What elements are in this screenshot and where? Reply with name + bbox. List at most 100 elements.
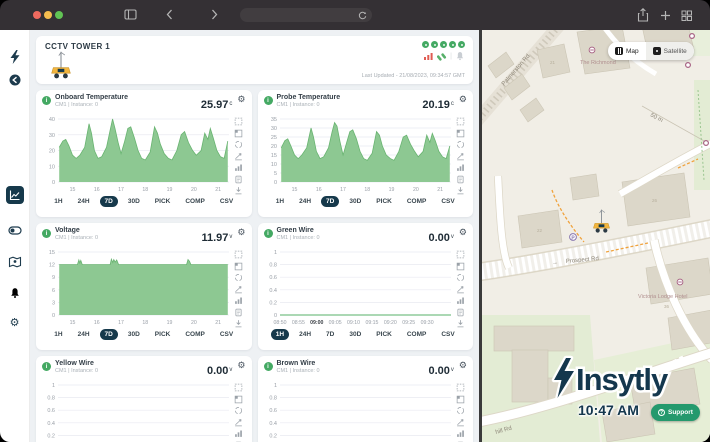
box-zoom-icon[interactable] bbox=[456, 262, 465, 271]
range-30d[interactable]: 30D bbox=[344, 329, 366, 340]
range-7d[interactable]: 7D bbox=[99, 196, 118, 207]
line-scale-icon[interactable] bbox=[456, 285, 465, 294]
box-zoom-icon[interactable] bbox=[456, 129, 465, 138]
range-comp[interactable]: COMP bbox=[402, 196, 432, 207]
range-csv[interactable]: CSV bbox=[215, 329, 238, 340]
range-30d[interactable]: 30D bbox=[123, 329, 145, 340]
range-24h[interactable]: 24H bbox=[73, 329, 95, 340]
area-select-icon[interactable] bbox=[456, 383, 465, 392]
reset-zoom-icon[interactable] bbox=[234, 273, 243, 282]
url-bar[interactable] bbox=[240, 8, 372, 22]
range-7d[interactable]: 7D bbox=[321, 196, 340, 207]
range-1h[interactable]: 1H bbox=[271, 196, 289, 207]
satellite-view-button[interactable]: Satellite bbox=[645, 42, 694, 60]
card-settings-gear-icon[interactable]: ⚙ bbox=[237, 361, 245, 370]
box-zoom-icon[interactable] bbox=[456, 395, 465, 404]
area-select-icon[interactable] bbox=[234, 383, 243, 392]
fullscreen-button[interactable] bbox=[55, 11, 63, 19]
report-icon[interactable] bbox=[456, 308, 465, 317]
box-zoom-icon[interactable] bbox=[234, 129, 243, 138]
area-select-icon[interactable] bbox=[234, 117, 243, 126]
range-pick[interactable]: PICK bbox=[371, 196, 397, 207]
card-settings-gear-icon[interactable]: ⚙ bbox=[237, 95, 245, 104]
range-7d[interactable]: 7D bbox=[321, 329, 339, 340]
map-view-button[interactable]: Map bbox=[608, 42, 646, 60]
range-1h[interactable]: 1H bbox=[49, 329, 67, 340]
bar-chart-icon[interactable] bbox=[456, 296, 465, 305]
range-comp[interactable]: COMP bbox=[180, 329, 210, 340]
bar-chart-icon[interactable] bbox=[456, 163, 465, 172]
range-30d[interactable]: 30D bbox=[123, 196, 145, 207]
range-24h[interactable]: 24H bbox=[294, 329, 316, 340]
range-pick[interactable]: PICK bbox=[150, 196, 176, 207]
download-icon[interactable] bbox=[456, 319, 465, 328]
card-settings-gear-icon[interactable]: ⚙ bbox=[237, 228, 245, 237]
range-comp[interactable]: COMP bbox=[180, 196, 210, 207]
range-7d[interactable]: 7D bbox=[99, 329, 118, 340]
chart-plot[interactable]: 0 3 6 9 12 15 15 16 17 18 19 20 21 bbox=[42, 248, 232, 328]
range-pick[interactable]: PICK bbox=[371, 329, 397, 340]
download-icon[interactable] bbox=[234, 186, 243, 195]
chart-plot[interactable]: 00.20.40.60.81 bbox=[42, 381, 232, 442]
report-icon[interactable] bbox=[234, 175, 243, 184]
reset-zoom-icon[interactable] bbox=[456, 406, 465, 415]
chart-plot[interactable]: 00.20.40.60.81 bbox=[264, 381, 454, 442]
info-icon[interactable]: i bbox=[263, 229, 273, 238]
info-icon[interactable]: i bbox=[42, 229, 51, 238]
info-icon[interactable]: i bbox=[42, 96, 51, 105]
bolt-icon[interactable] bbox=[9, 50, 20, 64]
new-tab-icon[interactable] bbox=[660, 10, 671, 21]
close-button[interactable] bbox=[33, 11, 41, 19]
minimize-button[interactable] bbox=[44, 11, 52, 19]
range-24h[interactable]: 24H bbox=[73, 196, 95, 207]
support-button[interactable]: ? Support bbox=[651, 404, 700, 421]
chart-plot[interactable]: 0 10 20 30 40 15 16 17 18 19 20 21 bbox=[42, 115, 232, 195]
area-select-icon[interactable] bbox=[234, 250, 243, 259]
line-scale-icon[interactable] bbox=[456, 152, 465, 161]
map-icon[interactable] bbox=[8, 256, 21, 268]
reload-icon[interactable] bbox=[358, 11, 367, 20]
range-comp[interactable]: COMP bbox=[402, 329, 432, 340]
chart-plot[interactable]: 0 5 10 15 20 25 30 35 15 16 17 18 19 20 21 bbox=[264, 115, 454, 195]
range-pick[interactable]: PICK bbox=[150, 329, 176, 340]
back-button[interactable] bbox=[166, 9, 173, 20]
range-csv[interactable]: CSV bbox=[215, 196, 238, 207]
bar-chart-icon[interactable] bbox=[234, 429, 243, 438]
toggle-icon[interactable] bbox=[7, 226, 22, 235]
download-icon[interactable] bbox=[456, 186, 465, 195]
area-select-icon[interactable] bbox=[456, 117, 465, 126]
range-csv[interactable]: CSV bbox=[436, 196, 459, 207]
report-icon[interactable] bbox=[234, 308, 243, 317]
reset-zoom-icon[interactable] bbox=[456, 140, 465, 149]
back-circle-icon[interactable] bbox=[9, 74, 21, 86]
line-scale-icon[interactable] bbox=[234, 152, 243, 161]
sidebar-toggle-icon[interactable] bbox=[124, 9, 137, 20]
gear-icon[interactable]: ⚙ bbox=[10, 318, 20, 329]
line-scale-icon[interactable] bbox=[234, 285, 243, 294]
line-scale-icon[interactable] bbox=[456, 418, 465, 427]
download-icon[interactable] bbox=[234, 319, 243, 328]
range-csv[interactable]: CSV bbox=[436, 329, 459, 340]
share-icon[interactable] bbox=[637, 8, 649, 22]
box-zoom-icon[interactable] bbox=[234, 395, 243, 404]
area-select-icon[interactable] bbox=[456, 250, 465, 259]
bar-chart-icon[interactable] bbox=[234, 163, 243, 172]
tab-overview-icon[interactable] bbox=[681, 10, 692, 21]
report-icon[interactable] bbox=[456, 175, 465, 184]
range-1h[interactable]: 1H bbox=[270, 329, 290, 340]
range-24h[interactable]: 24H bbox=[294, 196, 316, 207]
info-icon[interactable]: i bbox=[263, 96, 273, 105]
info-icon[interactable]: i bbox=[42, 362, 51, 371]
card-settings-gear-icon[interactable]: ⚙ bbox=[459, 361, 467, 370]
bar-chart-icon[interactable] bbox=[234, 296, 243, 305]
bell-icon[interactable] bbox=[9, 287, 21, 299]
forward-button[interactable] bbox=[211, 9, 218, 20]
card-settings-gear-icon[interactable]: ⚙ bbox=[459, 95, 467, 104]
reset-zoom-icon[interactable] bbox=[234, 140, 243, 149]
bar-chart-icon[interactable] bbox=[456, 429, 465, 438]
card-settings-gear-icon[interactable]: ⚙ bbox=[459, 228, 467, 237]
range-30d[interactable]: 30D bbox=[344, 196, 366, 207]
sidebar-item-charts-active[interactable] bbox=[5, 186, 24, 204]
chart-plot[interactable]: 0 0.2 0.4 0.6 0.8 1 08:50 08:55 09:00 09:05 09:10 0… bbox=[264, 248, 454, 328]
info-icon[interactable]: i bbox=[263, 362, 273, 371]
